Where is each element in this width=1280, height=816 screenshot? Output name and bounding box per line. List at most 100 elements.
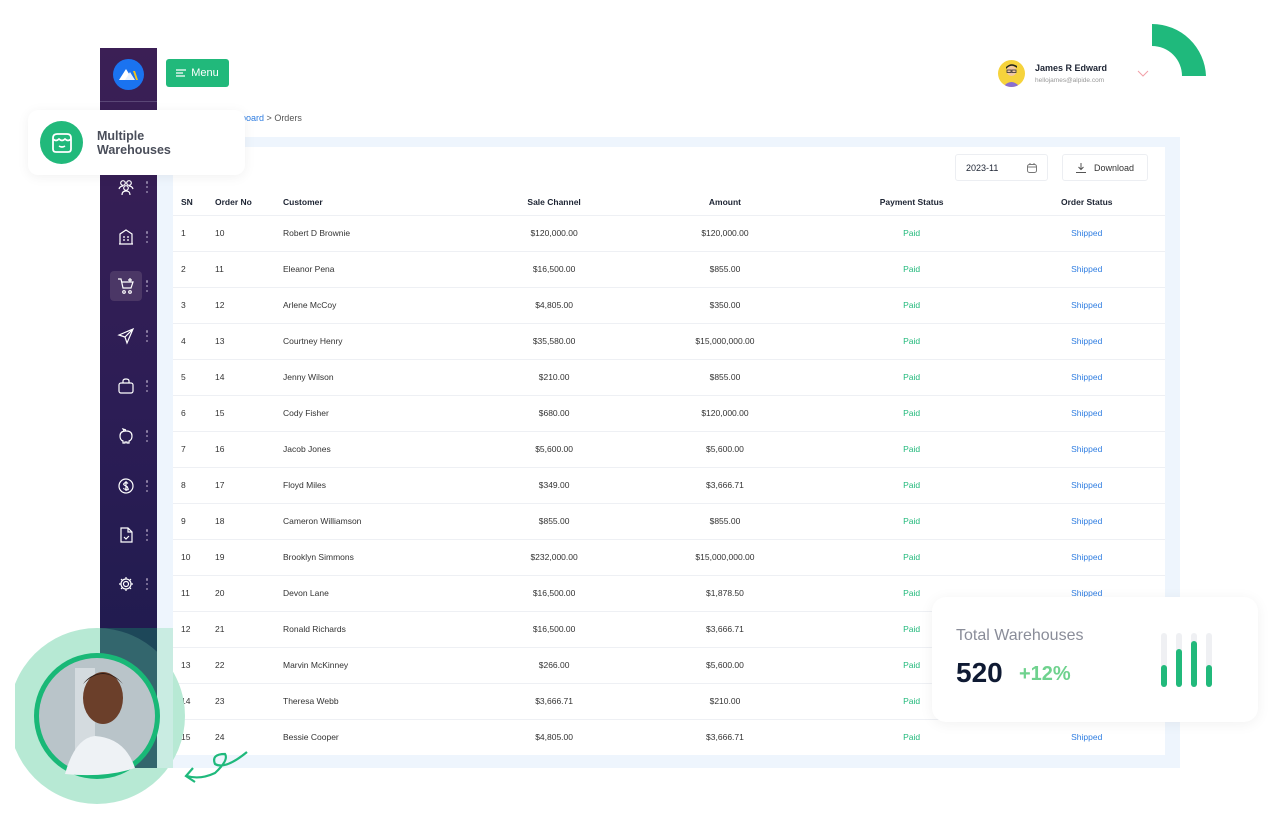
table-row[interactable]: 15 24 Bessie Cooper $4,805.00 $3,666.71 Paid S… xyxy=(173,718,1165,755)
column-header[interactable]: Amount xyxy=(635,190,815,215)
cell-amount: $1,878.50 xyxy=(635,574,815,611)
cell-order-status[interactable]: Shipped xyxy=(1008,466,1165,503)
gear-icon xyxy=(119,577,133,591)
cell-order-status[interactable]: Shipped xyxy=(1008,322,1165,359)
cell-sn: 11 xyxy=(173,574,215,611)
total-warehouses-card: Total Warehouses 520 +12% xyxy=(932,597,1258,722)
more-options-icon[interactable] xyxy=(145,330,149,342)
stat-change: +12% xyxy=(1019,663,1071,685)
store-icon xyxy=(40,121,83,164)
column-header[interactable]: Order Status xyxy=(1009,190,1166,215)
cell-customer: Robert D Brownie xyxy=(283,214,473,251)
mini-bar xyxy=(1206,665,1212,687)
table-row[interactable]: 6 15 Cody Fisher $680.00 $120,000.00 Paid Ship… xyxy=(173,394,1165,431)
download-icon xyxy=(1075,162,1086,173)
sidebar-item-cart[interactable] xyxy=(110,271,142,301)
dollar-icon xyxy=(118,478,134,494)
cell-customer: Ronald Richards xyxy=(283,610,473,647)
cell-payment-status: Paid xyxy=(814,718,1009,755)
more-options-icon[interactable] xyxy=(145,380,149,392)
table-row[interactable]: 2 11 Eleanor Pena $16,500.00 $855.00 Paid Ship… xyxy=(173,250,1165,287)
cell-customer: Arlene McCoy xyxy=(283,286,473,323)
sidebar-item-send[interactable] xyxy=(110,321,142,351)
cell-order-no: 11 xyxy=(215,250,283,287)
more-options-icon[interactable] xyxy=(145,280,149,292)
more-options-icon[interactable] xyxy=(145,231,149,243)
cell-order-status[interactable]: Shipped xyxy=(1008,394,1165,431)
cell-customer: Bessie Cooper xyxy=(283,718,473,755)
column-header[interactable]: Order No xyxy=(215,190,283,215)
cell-sale-channel: $210.00 xyxy=(473,358,636,395)
sidebar-item-users[interactable] xyxy=(110,172,142,202)
sidebar-item-gear[interactable] xyxy=(110,569,142,599)
column-header[interactable]: Customer xyxy=(283,190,473,215)
column-header[interactable]: Sale Channel xyxy=(473,190,635,215)
cell-payment-status: Paid xyxy=(814,358,1009,395)
profile-photo-decoration xyxy=(15,628,248,804)
table-row[interactable]: 8 17 Floyd Miles $349.00 $3,666.71 Paid Shippe… xyxy=(173,466,1165,503)
cell-order-status[interactable]: Shipped xyxy=(1008,250,1165,287)
cell-sale-channel: $266.00 xyxy=(473,646,636,683)
cell-order-status[interactable]: Shipped xyxy=(1008,214,1165,251)
cell-order-status[interactable]: Shipped xyxy=(1008,502,1165,539)
user-profile[interactable]: James R Edward hellojames@alpide.com xyxy=(998,60,1149,87)
cell-customer: Cameron Williamson xyxy=(283,502,473,539)
menu-button[interactable]: Menu xyxy=(166,59,229,87)
download-button[interactable]: Download xyxy=(1062,154,1148,181)
table-row[interactable]: 9 18 Cameron Williamson $855.00 $855.00 Paid S… xyxy=(173,502,1165,539)
sidebar-item-bag[interactable] xyxy=(110,371,142,401)
sidebar-item-piggy-bank[interactable] xyxy=(110,421,142,451)
cell-sale-channel: $4,805.00 xyxy=(473,718,636,755)
cell-sale-channel: $4,805.00 xyxy=(473,286,636,323)
stat-value: 520 xyxy=(956,657,1003,688)
cell-customer: Devon Lane xyxy=(283,574,473,611)
table-row[interactable]: 4 13 Courtney Henry $35,580.00 $15,000,000.0… xyxy=(173,322,1165,359)
table-row[interactable]: 5 14 Jenny Wilson $210.00 $855.00 Paid Shipped xyxy=(173,358,1165,395)
cell-amount: $5,600.00 xyxy=(635,646,815,683)
mini-bar xyxy=(1176,649,1182,687)
column-header[interactable]: Payment Status xyxy=(815,190,1009,215)
cell-amount: $3,666.71 xyxy=(635,718,815,755)
cell-sn: 5 xyxy=(173,358,215,395)
column-header[interactable]: SN xyxy=(173,190,215,215)
cell-order-status[interactable]: Shipped xyxy=(1008,430,1165,467)
table-row[interactable]: 10 19 Brooklyn Simmons $232,000.00 $15,000,0… xyxy=(173,538,1165,575)
cell-sn: 4 xyxy=(173,322,215,359)
cell-customer: Theresa Webb xyxy=(283,682,473,719)
sidebar-item-dollar[interactable] xyxy=(110,471,142,501)
cell-payment-status: Paid xyxy=(814,214,1009,251)
more-options-icon[interactable] xyxy=(145,430,149,442)
table-row[interactable]: 3 12 Arlene McCoy $4,805.00 $350.00 Paid Shipp… xyxy=(173,286,1165,323)
more-options-icon[interactable] xyxy=(145,181,149,193)
cell-sale-channel: $120,000.00 xyxy=(473,214,636,251)
cell-sale-channel: $16,500.00 xyxy=(473,610,636,647)
cart-icon xyxy=(118,278,134,294)
mini-bar-track xyxy=(1176,633,1182,687)
cell-amount: $855.00 xyxy=(635,502,815,539)
table-row[interactable]: 7 16 Jacob Jones $5,600.00 $5,600.00 Paid Ship… xyxy=(173,430,1165,467)
cell-customer: Jenny Wilson xyxy=(283,358,473,395)
more-options-icon[interactable] xyxy=(145,578,149,590)
cell-amount: $15,000,000.00 xyxy=(635,538,815,575)
more-options-icon[interactable] xyxy=(145,529,149,541)
sidebar-item-document[interactable] xyxy=(110,520,142,550)
table-row[interactable]: 1 10 Robert D Brownie $120,000.00 $120,000.0… xyxy=(173,214,1165,251)
cell-amount: $350.00 xyxy=(635,286,815,323)
month-picker[interactable]: 2023-11 xyxy=(955,154,1048,181)
cell-sn: 2 xyxy=(173,250,215,287)
cell-order-status[interactable]: Shipped xyxy=(1008,538,1165,575)
cell-order-status[interactable]: Shipped xyxy=(1008,718,1165,755)
more-options-icon[interactable] xyxy=(145,480,149,492)
sidebar-item-building[interactable] xyxy=(110,222,142,252)
chevron-down-icon[interactable] xyxy=(1137,70,1149,78)
cell-sn: 10 xyxy=(173,538,215,575)
cell-customer: Jacob Jones xyxy=(283,430,473,467)
cell-order-status[interactable]: Shipped xyxy=(1008,286,1165,323)
app-logo[interactable] xyxy=(113,59,144,90)
cell-payment-status: Paid xyxy=(814,322,1009,359)
cell-customer: Courtney Henry xyxy=(283,322,473,359)
cell-order-status[interactable]: Shipped xyxy=(1008,358,1165,395)
badge-label: Multiple Warehouses xyxy=(97,128,171,157)
multiple-warehouses-badge: Multiple Warehouses xyxy=(28,110,245,175)
cell-customer: Floyd Miles xyxy=(283,466,473,503)
